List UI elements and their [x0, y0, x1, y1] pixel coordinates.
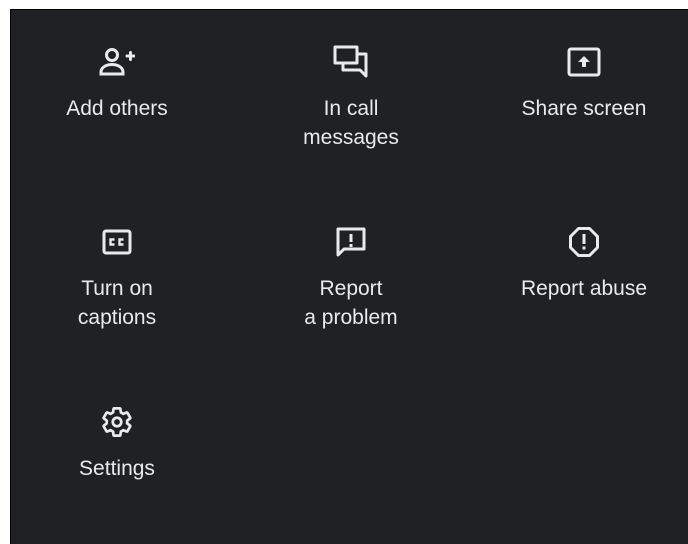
report-abuse-label: Report abuse	[520, 277, 648, 300]
turn-on-captions-button[interactable]: Turn on captions	[7, 222, 227, 332]
report-a-problem-button[interactable]: Report a problem	[241, 222, 461, 332]
report-abuse-button[interactable]: Report abuse	[474, 222, 688, 303]
present-to-all-icon	[564, 42, 604, 82]
in-call-messages-button[interactable]: In call messages	[241, 42, 461, 152]
add-others-label: Add others	[66, 97, 168, 120]
add-others-button[interactable]: Add others	[7, 42, 227, 123]
report-a-problem-label: Report a problem	[304, 277, 398, 329]
in-call-messages-label: In call messages	[303, 97, 399, 149]
closed-caption-icon	[97, 222, 137, 262]
share-screen-button[interactable]: Share screen	[474, 42, 688, 123]
chat-icon	[331, 42, 371, 82]
settings-label: Settings	[79, 457, 155, 480]
turn-on-captions-label: Turn on captions	[77, 277, 157, 329]
share-screen-label: Share screen	[521, 97, 647, 120]
person-add-icon	[97, 42, 137, 82]
report-octagon-icon	[564, 222, 604, 262]
feedback-icon	[331, 222, 371, 262]
settings-button[interactable]: Settings	[7, 402, 227, 483]
gear-icon	[97, 402, 137, 442]
call-options-menu: Add others In call messages Share screen	[10, 9, 688, 544]
